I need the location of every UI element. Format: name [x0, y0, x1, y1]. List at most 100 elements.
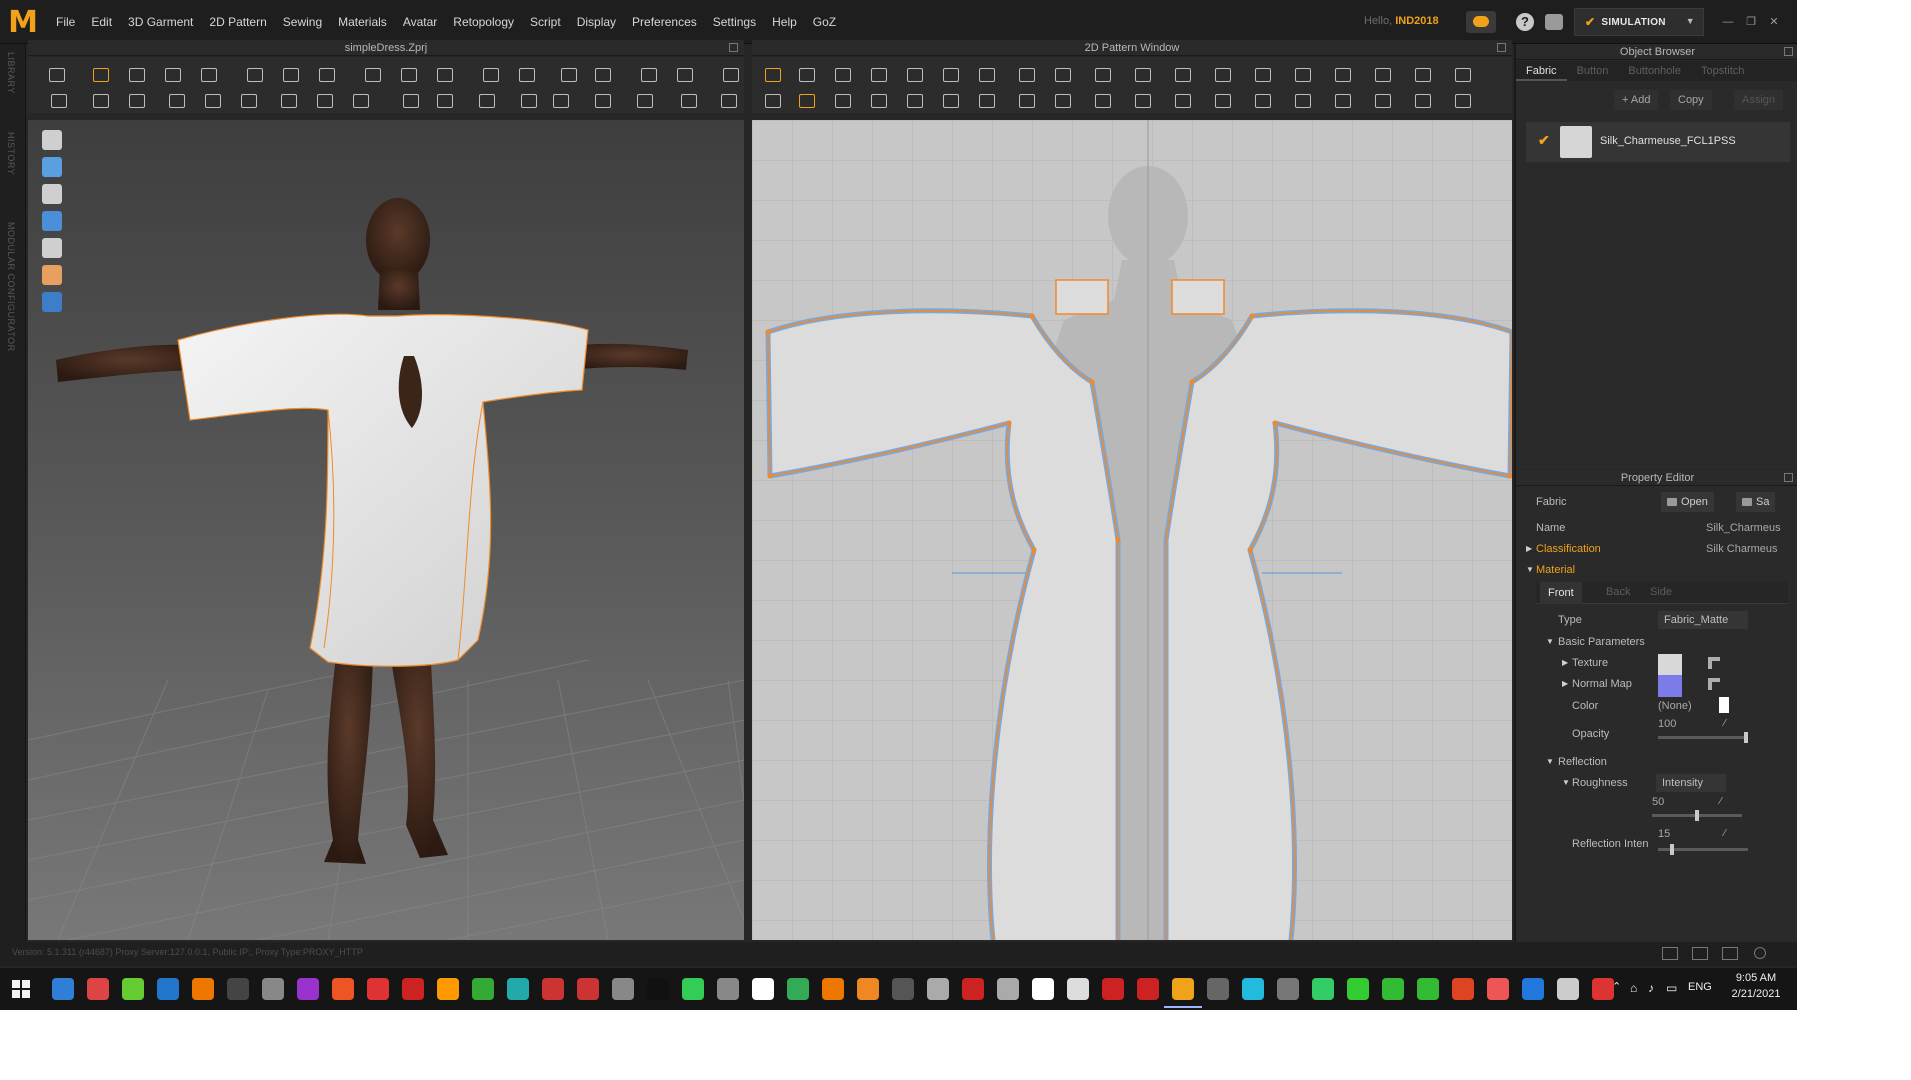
environment-icon[interactable]	[42, 292, 62, 312]
refresh-icon[interactable]	[1754, 947, 1766, 959]
tab-front[interactable]: Front	[1540, 582, 1582, 604]
tool-icon[interactable]	[1252, 91, 1272, 109]
viewport-2d[interactable]	[752, 120, 1512, 940]
normal-map-grid-icon[interactable]	[1708, 678, 1720, 690]
save-button[interactable]: Sa	[1736, 492, 1776, 512]
garment-display-icon[interactable]	[42, 157, 62, 177]
fabric-list-item[interactable]: ✔ Silk_Charmeuse_FCL1PSS	[1526, 122, 1790, 162]
copy-button[interactable]: Copy	[1670, 90, 1712, 110]
taskbar-app-icon[interactable]	[227, 978, 249, 1000]
roughness-slider-knob[interactable]	[1695, 810, 1699, 821]
roughness-value[interactable]: 50	[1652, 796, 1664, 808]
tool-icon[interactable]	[480, 65, 500, 83]
avatar-skin-icon[interactable]	[42, 265, 62, 285]
taskbar-app-icon[interactable]	[52, 978, 74, 1000]
type-dropdown[interactable]: Fabric_Matte	[1658, 611, 1748, 629]
tool-icon[interactable]	[1332, 65, 1352, 83]
taskbar-app-icon[interactable]	[717, 978, 739, 1000]
taskbar-app-icon[interactable]	[1347, 978, 1369, 1000]
tool-icon[interactable]	[558, 65, 578, 83]
tool-icon[interactable]	[592, 65, 612, 83]
undock-icon[interactable]	[1497, 43, 1506, 52]
viewport-3d[interactable]	[28, 120, 744, 940]
tray-chevron-icon[interactable]: ⌃	[1612, 980, 1621, 993]
taskbar-app-icon[interactable]	[1382, 978, 1404, 1000]
tool-icon[interactable]	[434, 65, 454, 83]
chevron-down-icon[interactable]: ▼	[1546, 757, 1554, 766]
tool-icon[interactable]	[904, 91, 924, 109]
tool-icon[interactable]	[634, 91, 654, 109]
fabric-render-icon[interactable]	[42, 211, 62, 231]
tool-icon[interactable]	[1292, 91, 1312, 109]
tool-icon[interactable]	[868, 91, 888, 109]
taskbar-app-icon[interactable]	[437, 978, 459, 1000]
dock-tab-history[interactable]: HISTORY	[6, 132, 16, 175]
dock-tab-modular-configurator[interactable]: MODULAR CONFIGURATOR	[6, 222, 16, 352]
clock-time[interactable]: 9:05 AM	[1726, 972, 1786, 984]
taskbar-app-icon[interactable]	[752, 978, 774, 1000]
tool-icon[interactable]	[400, 91, 420, 109]
tool-icon[interactable]	[1412, 65, 1432, 83]
taskbar-app-icon[interactable]	[1417, 978, 1439, 1000]
tool-icon[interactable]	[238, 91, 258, 109]
taskbar-app-icon[interactable]	[927, 978, 949, 1000]
taskbar-app-icon[interactable]	[297, 978, 319, 1000]
taskbar-app-icon[interactable]	[647, 978, 669, 1000]
taskbar-app-icon[interactable]	[262, 978, 284, 1000]
tool-icon[interactable]	[1052, 91, 1072, 109]
simulation-mode-button[interactable]: ✔ SIMULATION ▼	[1574, 8, 1704, 36]
taskbar-app-icon[interactable]	[1164, 978, 1202, 1008]
tool-icon[interactable]	[1452, 91, 1472, 109]
menu-2d-pattern[interactable]: 2D Pattern	[201, 15, 274, 29]
tool-icon[interactable]	[126, 65, 146, 83]
tool-icon[interactable]	[1252, 65, 1272, 83]
opacity-slider[interactable]	[1658, 732, 1748, 743]
tool-icon[interactable]	[976, 65, 996, 83]
opacity-slider-knob[interactable]	[1744, 732, 1748, 743]
tool-icon[interactable]	[90, 65, 110, 83]
taskbar-app-icon[interactable]	[1277, 978, 1299, 1000]
taskbar-app-icon[interactable]	[892, 978, 914, 1000]
tool-icon[interactable]	[46, 65, 66, 83]
taskbar-app-icon[interactable]	[822, 978, 844, 1000]
network-icon[interactable]: ⌂	[1630, 981, 1637, 995]
tool-icon[interactable]	[832, 65, 852, 83]
tool-icon[interactable]	[796, 91, 816, 109]
tool-icon[interactable]	[202, 91, 222, 109]
taskbar-app-icon[interactable]	[87, 978, 109, 1000]
taskbar-app-icon[interactable]	[1452, 978, 1474, 1000]
assign-button[interactable]: Assign	[1734, 90, 1784, 110]
roughness-slider[interactable]	[1652, 810, 1742, 821]
taskbar-app-icon[interactable]	[577, 978, 599, 1000]
windows-start-icon[interactable]	[12, 980, 30, 998]
tool-icon[interactable]	[126, 91, 146, 109]
chevron-right-icon[interactable]: ▶	[1526, 544, 1532, 553]
undock-icon[interactable]	[1784, 47, 1793, 56]
taskbar-app-icon[interactable]	[1137, 978, 1159, 1000]
taskbar-app-icon[interactable]	[367, 978, 389, 1000]
chevron-down-icon[interactable]: ▼	[1562, 778, 1570, 787]
name-value[interactable]: Silk_Charmeus	[1706, 522, 1796, 534]
tool-icon[interactable]	[678, 91, 698, 109]
menu-sewing[interactable]: Sewing	[275, 15, 330, 29]
tool-icon[interactable]	[434, 91, 454, 109]
tool-icon[interactable]	[166, 91, 186, 109]
layout-2d-icon[interactable]	[1722, 947, 1738, 960]
tool-icon[interactable]	[516, 65, 536, 83]
tab-back[interactable]: Back	[1606, 586, 1630, 598]
normal-map-swatch[interactable]	[1658, 675, 1682, 697]
picker-icon[interactable]: ⁄	[1724, 828, 1736, 840]
tool-icon[interactable]	[592, 91, 612, 109]
taskbar-app-icon[interactable]	[157, 978, 179, 1000]
chevron-down-icon[interactable]: ▼	[1546, 637, 1554, 646]
taskbar-app-icon[interactable]	[332, 978, 354, 1000]
taskbar-app-icon[interactable]	[1032, 978, 1054, 1000]
tool-icon[interactable]	[1212, 65, 1232, 83]
tool-icon[interactable]	[976, 91, 996, 109]
help-icon[interactable]: ?	[1516, 13, 1534, 31]
menu-preferences[interactable]: Preferences	[624, 15, 705, 29]
material-row[interactable]: ▼ Material	[1516, 560, 1797, 582]
taskbar-app-icon[interactable]	[122, 978, 144, 1000]
open-button[interactable]: Open	[1661, 492, 1714, 512]
layout-single-icon[interactable]	[1662, 947, 1678, 960]
